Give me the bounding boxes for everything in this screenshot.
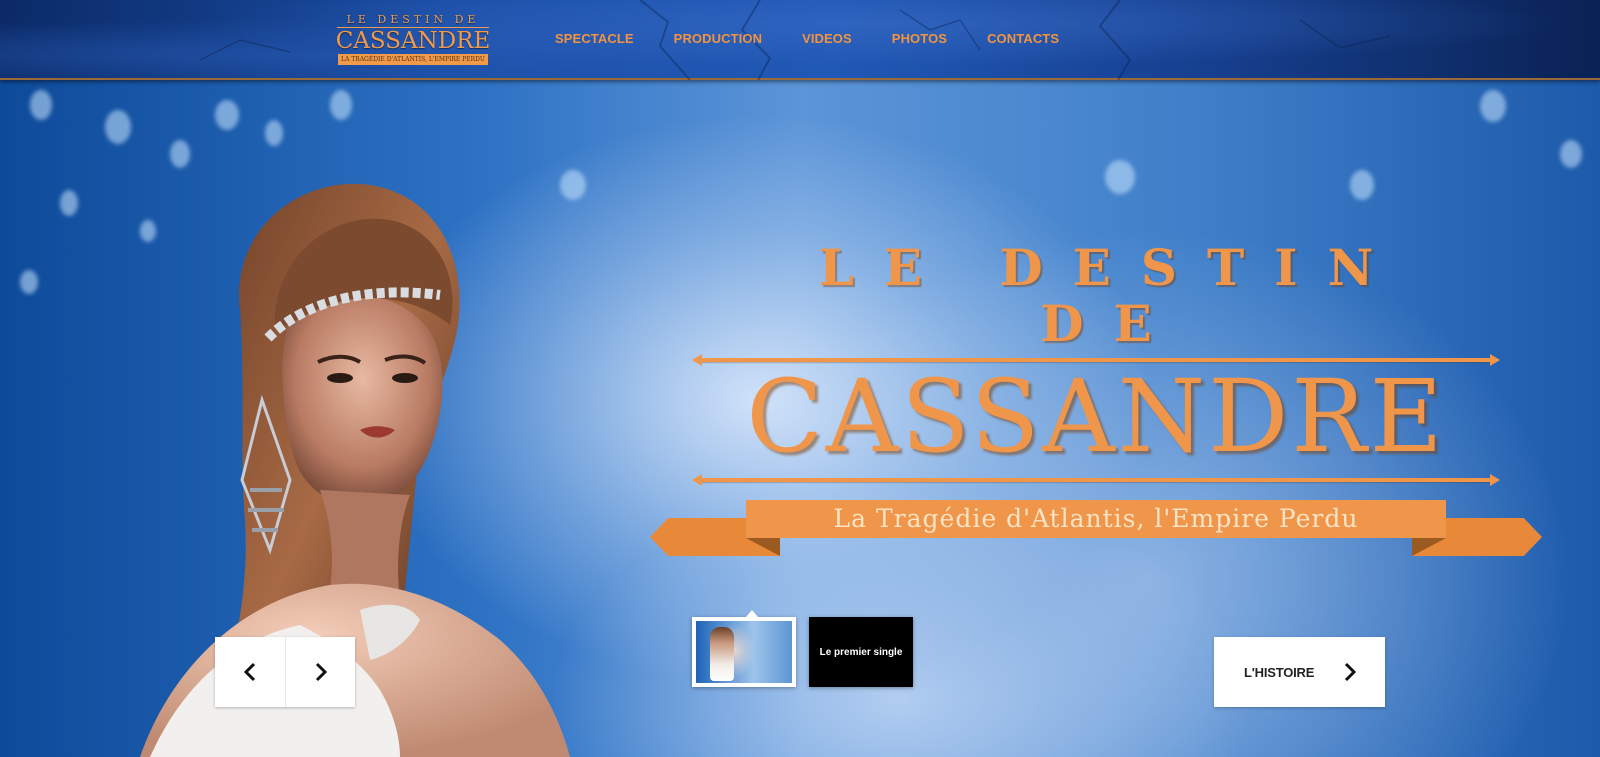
- site-header: LE DESTIN DE CASSANDRE LA TRAGÉDIE D'ATL…: [0, 0, 1600, 80]
- histoire-button[interactable]: L'HISTOIRE: [1214, 637, 1385, 707]
- slide-thumbnail-2[interactable]: Le premier single: [809, 617, 913, 687]
- chevron-right-icon: [315, 662, 327, 682]
- hero-title-rule-top: [692, 354, 1500, 366]
- logo-line-1: LE DESTIN DE: [346, 13, 480, 26]
- logo-line-2: CASSANDRE: [335, 28, 491, 54]
- slide-thumbnail-1[interactable]: [692, 610, 796, 687]
- next-slide-button[interactable]: [285, 637, 355, 707]
- slide-thumbnails: Le premier single: [692, 610, 913, 687]
- thumbnail-label: Le premier single: [819, 646, 903, 658]
- prev-slide-button[interactable]: [215, 637, 285, 707]
- bokeh-light: [1480, 90, 1506, 122]
- bokeh-light: [1560, 140, 1582, 168]
- ribbon-text: La Tragédie d'Atlantis, l'Empire Perdu: [746, 500, 1446, 538]
- main-nav: SPECTACLE PRODUCTION VIDEOS PHOTOS CONTA…: [555, 31, 1099, 46]
- hero-ribbon-banner: La Tragédie d'Atlantis, l'Empire Perdu: [650, 500, 1542, 556]
- nav-production[interactable]: PRODUCTION: [674, 31, 762, 46]
- nav-photos[interactable]: PHOTOS: [892, 31, 947, 46]
- hero-title-rule-bottom: [692, 474, 1500, 486]
- hero-title-line-1: LE DESTIN DE: [818, 238, 1404, 353]
- slider-arrows: [215, 637, 355, 707]
- histoire-button-label: L'HISTOIRE: [1244, 664, 1315, 680]
- nav-contacts[interactable]: CONTACTS: [987, 31, 1059, 46]
- logo-ribbon: LA TRAGÉDIE D'ATLANTIS, L'EMPIRE PERDU: [338, 54, 488, 65]
- chevron-right-icon: [1344, 662, 1357, 682]
- hero-title-logo: LE DESTIN DE CASSANDRE La Tragédie d'Atl…: [650, 238, 1542, 556]
- bokeh-light: [1350, 170, 1374, 200]
- hero-title-line-2: CASSANDRE: [746, 358, 1446, 475]
- nav-spectacle[interactable]: SPECTACLE: [555, 31, 634, 46]
- nav-videos[interactable]: VIDEOS: [802, 31, 852, 46]
- bokeh-light: [1105, 160, 1135, 194]
- site-logo[interactable]: LE DESTIN DE CASSANDRE LA TRAGÉDIE D'ATL…: [333, 14, 493, 68]
- thumbnail-figure: [710, 627, 734, 681]
- hero-slider: LE DESTIN DE CASSANDRE La Tragédie d'Atl…: [0, 80, 1600, 757]
- chevron-left-icon: [243, 662, 256, 682]
